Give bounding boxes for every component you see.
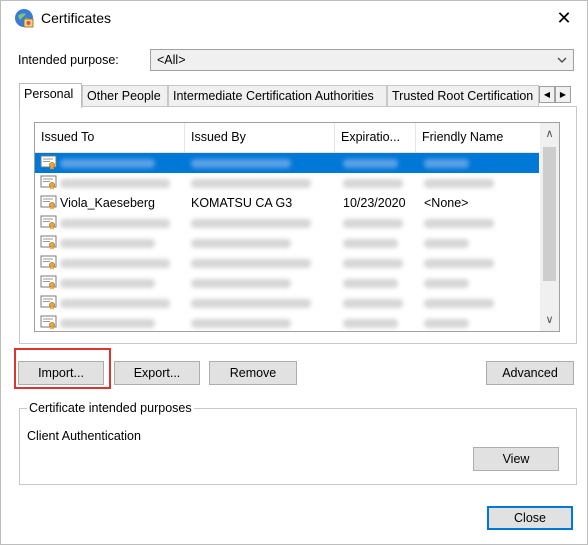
list-scrollbar[interactable]: ∧ ∨ [540, 123, 559, 331]
view-button[interactable]: View [473, 447, 559, 471]
redacted-cell [191, 179, 311, 188]
store-tabs: Personal Other People Intermediate Certi… [19, 83, 577, 108]
tab-trusted-root[interactable]: Trusted Root Certification [387, 85, 539, 106]
redacted-cell [424, 159, 469, 168]
certificates-dialog: Certificates ✕ Intended purpose: <All> P… [0, 0, 588, 545]
scroll-up-icon[interactable]: ∧ [540, 124, 559, 144]
certificate-icon [40, 295, 57, 310]
redacted-cell [60, 319, 155, 328]
export-button[interactable]: Export... [114, 361, 200, 385]
column-friendly-name[interactable]: Friendly Name [416, 123, 539, 152]
table-row[interactable]: Viola_Kaeseberg KOMATSU CA G3 10/23/2020 <N… [35, 193, 539, 213]
list-header: Issued To Issued By Expiratio... Friendl… [35, 123, 539, 153]
scrollbar-thumb[interactable] [543, 147, 556, 281]
close-button[interactable]: Close [487, 506, 573, 530]
intended-purposes-value: Client Authentication [27, 429, 141, 443]
cell-expiration: 10/23/2020 [343, 196, 406, 210]
window-title: Certificates [41, 10, 112, 26]
redacted-cell [191, 159, 291, 168]
certificate-icon [40, 275, 57, 290]
redacted-cell [191, 299, 311, 308]
certificate-icon [40, 215, 57, 230]
cell-friendly-name: <None> [424, 196, 469, 210]
redacted-cell [60, 219, 170, 228]
table-row[interactable] [35, 293, 539, 313]
redacted-cell [191, 319, 291, 328]
table-row[interactable] [35, 273, 539, 293]
redacted-cell [60, 279, 155, 288]
redacted-cell [424, 259, 494, 268]
certificate-icon [40, 195, 57, 210]
tab-intermediate-ca[interactable]: Intermediate Certification Authorities [168, 85, 387, 106]
chevron-down-icon [557, 57, 567, 63]
redacted-cell [343, 279, 398, 288]
certificate-icon [40, 175, 57, 190]
redacted-cell [343, 299, 403, 308]
redacted-cell [343, 219, 403, 228]
redacted-cell [60, 179, 170, 188]
redacted-cell [191, 279, 291, 288]
certificate-icon [40, 235, 57, 250]
column-expiration[interactable]: Expiratio... [335, 123, 416, 152]
certificate-app-icon [15, 9, 34, 28]
import-button[interactable]: Import... [18, 361, 104, 385]
table-row[interactable] [35, 173, 539, 193]
scroll-down-icon[interactable]: ∨ [540, 310, 559, 330]
redacted-cell [424, 219, 494, 228]
redacted-cell [343, 259, 403, 268]
redacted-cell [424, 299, 494, 308]
column-issued-by[interactable]: Issued By [185, 123, 335, 152]
redacted-cell [424, 239, 469, 248]
tab-scroll-right-icon[interactable]: ▶ [555, 86, 571, 103]
redacted-cell [60, 299, 170, 308]
redacted-cell [191, 239, 291, 248]
certificate-list[interactable]: Issued To Issued By Expiratio... Friendl… [34, 122, 560, 332]
redacted-cell [60, 259, 170, 268]
redacted-cell [60, 239, 155, 248]
tab-personal[interactable]: Personal [19, 83, 82, 108]
certificate-icon [40, 155, 57, 170]
cell-issued-by: KOMATSU CA G3 [191, 196, 293, 210]
intended-purpose-value: <All> [157, 53, 186, 67]
redacted-cell [343, 239, 398, 248]
table-row[interactable] [35, 233, 539, 253]
tab-other-people[interactable]: Other People [82, 85, 168, 106]
column-issued-to[interactable]: Issued To [35, 123, 185, 152]
table-row[interactable] [35, 313, 539, 331]
intended-purposes-title: Certificate intended purposes [27, 401, 194, 415]
table-row[interactable] [35, 253, 539, 273]
table-row[interactable] [35, 213, 539, 233]
redacted-cell [424, 319, 469, 328]
redacted-cell [424, 179, 494, 188]
remove-button[interactable]: Remove [209, 361, 297, 385]
intended-purpose-dropdown[interactable]: <All> [150, 49, 574, 71]
redacted-cell [60, 159, 155, 168]
redacted-cell [343, 319, 398, 328]
redacted-cell [343, 159, 398, 168]
redacted-cell [343, 179, 403, 188]
redacted-cell [191, 259, 311, 268]
redacted-cell [424, 279, 469, 288]
certificate-icon [40, 315, 57, 330]
certificate-icon [40, 255, 57, 270]
table-row[interactable] [35, 153, 539, 173]
tab-scroll-left-icon[interactable]: ◀ [539, 86, 555, 103]
advanced-button[interactable]: Advanced [486, 361, 574, 385]
intended-purpose-label: Intended purpose: [18, 53, 119, 67]
redacted-cell [191, 219, 311, 228]
cell-issued-to: Viola_Kaeseberg [60, 196, 155, 210]
title-bar: Certificates ✕ [1, 1, 587, 35]
close-window-icon[interactable]: ✕ [549, 5, 579, 31]
